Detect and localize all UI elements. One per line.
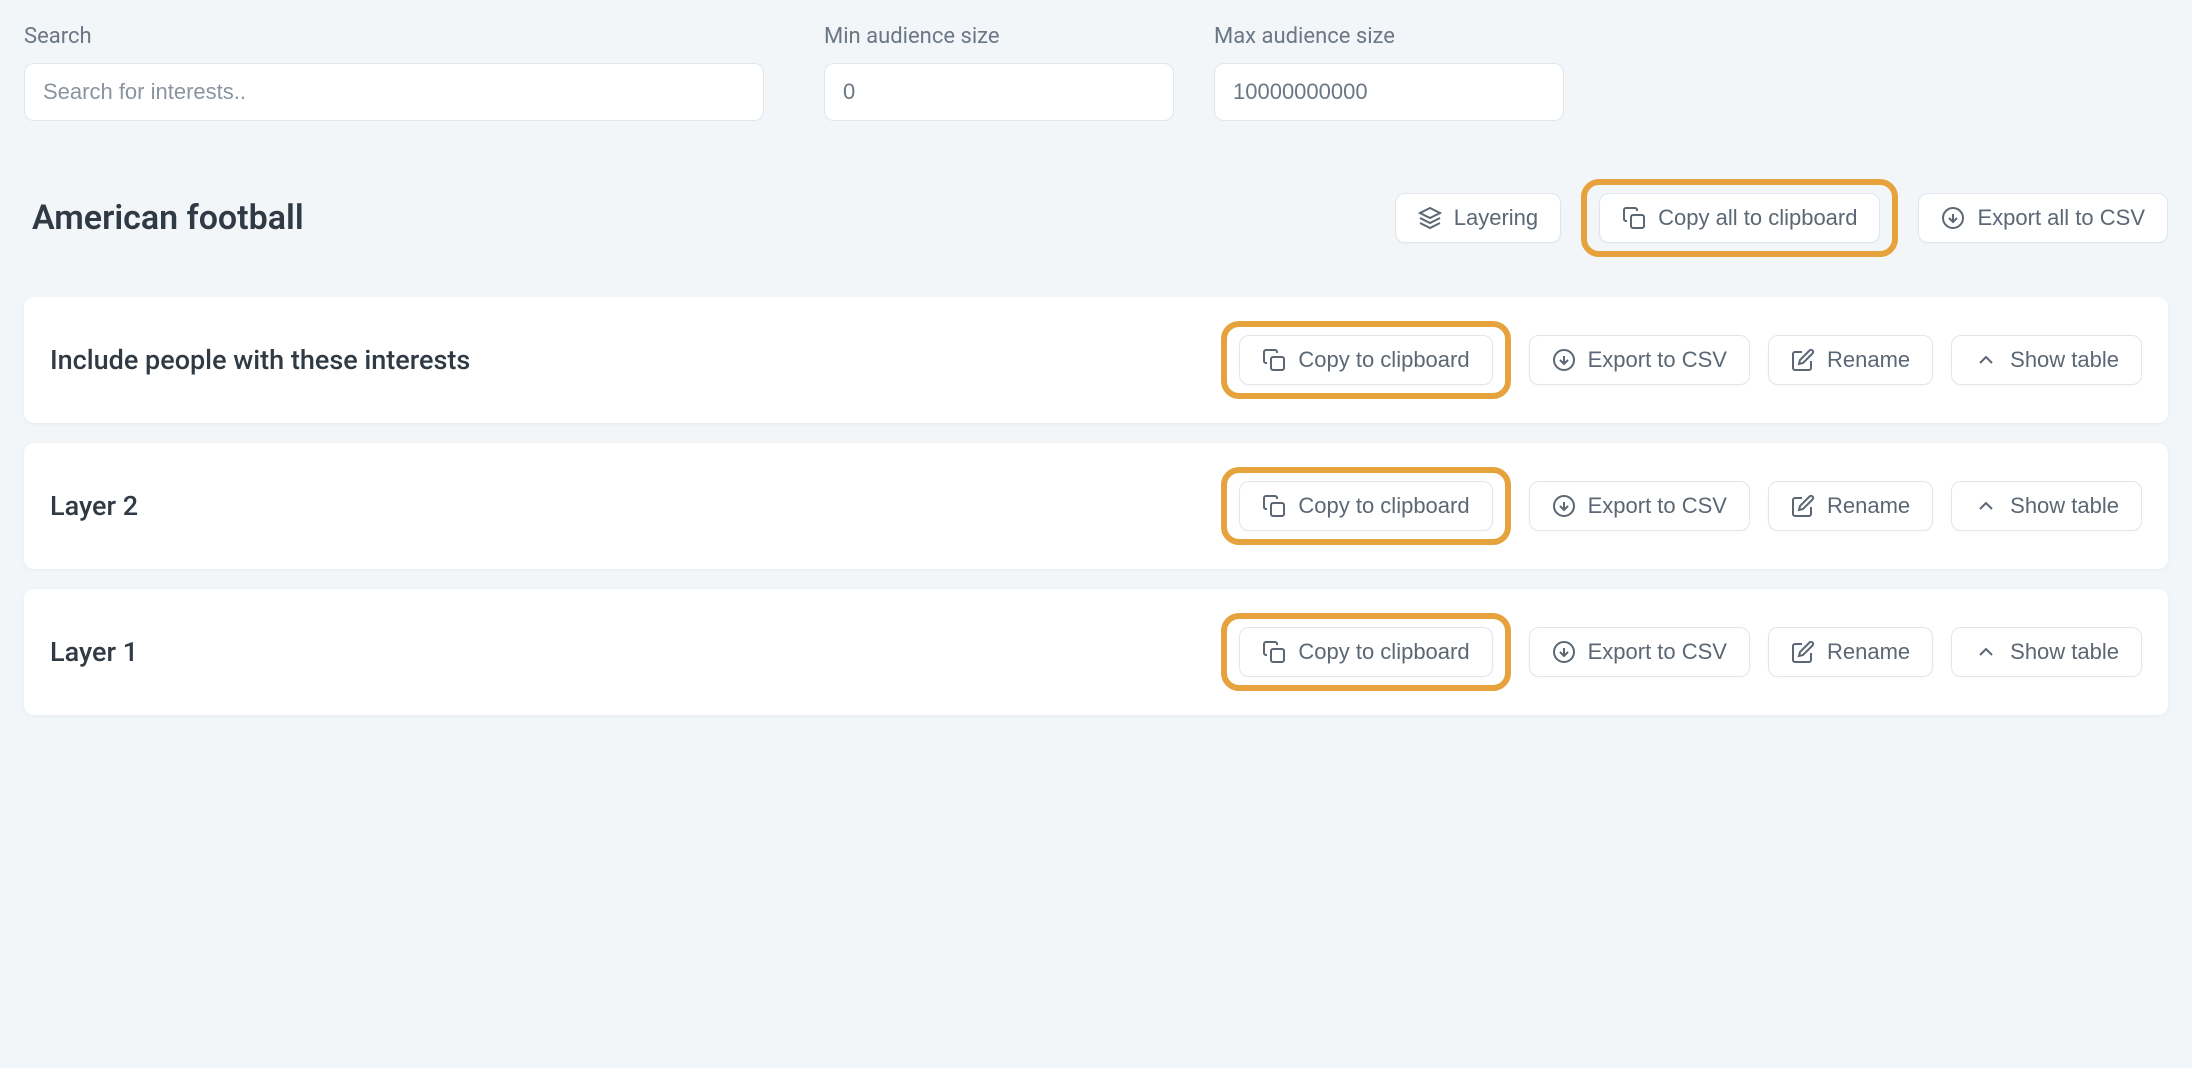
- chevron-up-icon: [1974, 494, 1998, 518]
- download-icon: [1552, 640, 1576, 664]
- rename-label: Rename: [1827, 493, 1910, 519]
- search-label: Search: [24, 24, 764, 49]
- highlight-copy-all: Copy all to clipboard: [1581, 179, 1898, 257]
- rename-label: Rename: [1827, 639, 1910, 665]
- title-row: American football Layering Copy all to c…: [24, 179, 2168, 257]
- export-label: Export to CSV: [1588, 493, 1727, 519]
- max-audience-label: Max audience size: [1214, 24, 1564, 49]
- copy-icon: [1262, 348, 1286, 372]
- highlight-copy: Copy to clipboard: [1221, 467, 1510, 545]
- chevron-up-icon: [1974, 348, 1998, 372]
- layering-button[interactable]: Layering: [1395, 193, 1561, 243]
- filters-row: Search Min audience size Max audience si…: [24, 24, 2168, 121]
- show-table-button[interactable]: Show table: [1951, 335, 2142, 385]
- layer-card: Include people with these interests Copy…: [24, 297, 2168, 423]
- copy-icon: [1262, 494, 1286, 518]
- download-icon: [1552, 348, 1576, 372]
- copy-all-label: Copy all to clipboard: [1658, 205, 1857, 231]
- export-all-button[interactable]: Export all to CSV: [1918, 193, 2168, 243]
- export-button[interactable]: Export to CSV: [1529, 335, 1750, 385]
- layer-title: Include people with these interests: [50, 344, 1203, 376]
- layer-title: Layer 2: [50, 490, 1203, 522]
- copy-button[interactable]: Copy to clipboard: [1239, 335, 1492, 385]
- rename-label: Rename: [1827, 347, 1910, 373]
- show-table-button[interactable]: Show table: [1951, 627, 2142, 677]
- edit-icon: [1791, 640, 1815, 664]
- layers-icon: [1418, 206, 1442, 230]
- download-icon: [1941, 206, 1965, 230]
- download-icon: [1552, 494, 1576, 518]
- edit-icon: [1791, 348, 1815, 372]
- copy-button[interactable]: Copy to clipboard: [1239, 481, 1492, 531]
- rename-button[interactable]: Rename: [1768, 335, 1933, 385]
- rename-button[interactable]: Rename: [1768, 481, 1933, 531]
- copy-icon: [1622, 206, 1646, 230]
- highlight-copy: Copy to clipboard: [1221, 613, 1510, 691]
- export-all-label: Export all to CSV: [1977, 205, 2145, 231]
- layer-actions: Copy to clipboard Export to CSV Rename S…: [1221, 321, 2142, 399]
- layer-actions: Copy to clipboard Export to CSV Rename S…: [1221, 613, 2142, 691]
- export-button[interactable]: Export to CSV: [1529, 627, 1750, 677]
- layer-actions: Copy to clipboard Export to CSV Rename S…: [1221, 467, 2142, 545]
- copy-icon: [1262, 640, 1286, 664]
- copy-label: Copy to clipboard: [1298, 493, 1469, 519]
- min-audience-field: Min audience size: [824, 24, 1174, 121]
- max-audience-input[interactable]: [1214, 63, 1564, 121]
- copy-button[interactable]: Copy to clipboard: [1239, 627, 1492, 677]
- rename-button[interactable]: Rename: [1768, 627, 1933, 677]
- min-audience-input[interactable]: [824, 63, 1174, 121]
- layering-label: Layering: [1454, 205, 1538, 231]
- max-audience-field: Max audience size: [1214, 24, 1564, 121]
- layer-card: Layer 1 Copy to clipboard Export to CSV …: [24, 589, 2168, 715]
- show-table-label: Show table: [2010, 347, 2119, 373]
- highlight-copy: Copy to clipboard: [1221, 321, 1510, 399]
- copy-all-button[interactable]: Copy all to clipboard: [1599, 193, 1880, 243]
- search-input[interactable]: [24, 63, 764, 121]
- min-audience-label: Min audience size: [824, 24, 1174, 49]
- layer-card: Layer 2 Copy to clipboard Export to CSV …: [24, 443, 2168, 569]
- show-table-button[interactable]: Show table: [1951, 481, 2142, 531]
- export-label: Export to CSV: [1588, 639, 1727, 665]
- search-field: Search: [24, 24, 764, 121]
- edit-icon: [1791, 494, 1815, 518]
- export-label: Export to CSV: [1588, 347, 1727, 373]
- show-table-label: Show table: [2010, 493, 2119, 519]
- page-title: American football: [32, 198, 1371, 238]
- show-table-label: Show table: [2010, 639, 2119, 665]
- layers-list: Include people with these interests Copy…: [24, 297, 2168, 715]
- layer-title: Layer 1: [50, 636, 1203, 668]
- export-button[interactable]: Export to CSV: [1529, 481, 1750, 531]
- copy-label: Copy to clipboard: [1298, 639, 1469, 665]
- chevron-up-icon: [1974, 640, 1998, 664]
- copy-label: Copy to clipboard: [1298, 347, 1469, 373]
- top-actions: Layering Copy all to clipboard Export al…: [1395, 179, 2168, 257]
